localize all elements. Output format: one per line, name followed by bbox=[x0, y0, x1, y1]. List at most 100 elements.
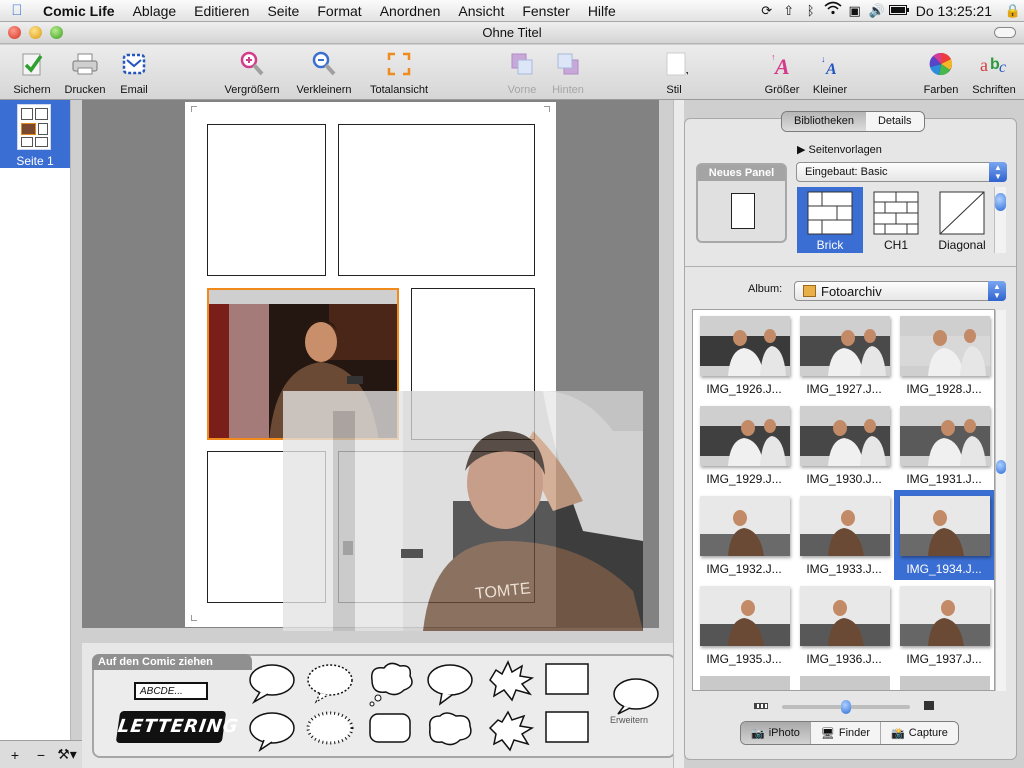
templates-scrollbar[interactable] bbox=[994, 187, 1006, 253]
menu-anordnen[interactable]: Anordnen bbox=[371, 0, 450, 22]
whisper-balloon-icon[interactable] bbox=[307, 664, 353, 704]
photo-thumbnail[interactable]: IMG_1926.J... bbox=[694, 310, 794, 400]
template-diagonal-icon bbox=[939, 191, 985, 235]
style-button[interactable]: Stil bbox=[652, 49, 696, 96]
source-finder-button[interactable]: 🖥 Finder bbox=[810, 722, 882, 744]
panel-2[interactable] bbox=[338, 124, 535, 276]
rounded-box-balloon-icon[interactable] bbox=[369, 713, 411, 743]
page-sidebar: Seite 1 bbox=[0, 100, 71, 740]
menu-app[interactable]: Comic Life bbox=[34, 0, 124, 22]
toolbar-toggle-button[interactable] bbox=[994, 27, 1016, 38]
wifi-icon[interactable] bbox=[822, 0, 844, 22]
burst-balloon-icon[interactable] bbox=[489, 660, 535, 702]
scalloped-balloon-icon[interactable] bbox=[306, 711, 354, 745]
font-smaller-button[interactable]: A ↓ Kleiner bbox=[808, 49, 852, 96]
template-ch1[interactable]: CH1 bbox=[863, 187, 929, 253]
send-back-button[interactable]: Hinten bbox=[546, 49, 590, 96]
colors-button[interactable]: Farben bbox=[918, 49, 964, 96]
svg-text:c: c bbox=[999, 59, 1006, 76]
menu-ablage[interactable]: Ablage bbox=[124, 0, 186, 22]
photo-thumbnail[interactable]: IMG_1933.J... bbox=[794, 490, 894, 580]
text-field-tool[interactable]: ABCDE... bbox=[134, 682, 208, 700]
photo-thumbnail-partial[interactable] bbox=[900, 676, 990, 690]
volume-icon[interactable]: 🔊 bbox=[866, 0, 888, 22]
input-menu-icon[interactable]: ⇧ bbox=[778, 0, 800, 22]
photo-thumbnail[interactable]: IMG_1927.J... bbox=[794, 310, 894, 400]
templates-scroll-thumb[interactable] bbox=[995, 193, 1006, 211]
photo-thumbnail[interactable]: IMG_1929.J... bbox=[694, 400, 794, 490]
panel-1[interactable] bbox=[207, 124, 326, 276]
source-iphoto-button[interactable]: 📷 iPhoto bbox=[741, 722, 811, 744]
thought-balloon-icon[interactable] bbox=[369, 662, 413, 707]
burst-balloon-2-icon[interactable] bbox=[488, 710, 535, 752]
new-panel-well[interactable]: Neues Panel bbox=[696, 163, 787, 243]
menu-ansicht[interactable]: Ansicht bbox=[449, 0, 513, 22]
lock-icon[interactable]: 🔒 bbox=[1002, 0, 1024, 22]
page-thumbnail-1[interactable]: Seite 1 bbox=[0, 100, 70, 168]
zoom-in-button[interactable]: Vergrößern bbox=[220, 49, 284, 96]
template-diagonal[interactable]: Diagonal bbox=[929, 187, 995, 253]
photo-thumbnail-label: IMG_1932.J... bbox=[706, 562, 782, 576]
print-button[interactable]: Drucken bbox=[60, 49, 110, 96]
menu-seite[interactable]: Seite bbox=[258, 0, 308, 22]
photos-scrollbar[interactable] bbox=[995, 310, 1006, 691]
cloud-balloon-icon[interactable] bbox=[428, 712, 472, 746]
expand-balloon-icon bbox=[613, 678, 659, 715]
photo-thumbnail-image bbox=[800, 586, 890, 646]
album-select[interactable]: Fotoarchiv ▲ ▼ bbox=[794, 281, 1006, 301]
menu-editieren[interactable]: Editieren bbox=[185, 0, 258, 22]
tab-libraries[interactable]: Bibliotheken bbox=[782, 112, 866, 131]
photo-thumbnail-label: IMG_1936.J... bbox=[806, 652, 882, 666]
style-label: Stil bbox=[666, 84, 682, 96]
split-view-divider[interactable] bbox=[673, 100, 684, 768]
oval-balloon-icon[interactable] bbox=[427, 664, 473, 706]
menu-hilfe[interactable]: Hilfe bbox=[579, 0, 625, 22]
speech-balloon-2-icon[interactable] bbox=[249, 712, 295, 752]
page-corner-mark bbox=[191, 615, 197, 621]
sync-icon[interactable]: ⟳ bbox=[756, 0, 778, 22]
fonts-button[interactable]: abc Schriften bbox=[968, 49, 1020, 96]
email-button[interactable]: Email bbox=[114, 49, 154, 96]
svg-text:↓: ↓ bbox=[821, 54, 826, 64]
box-balloon-icon[interactable] bbox=[545, 663, 589, 695]
photo-thumbnail[interactable]: IMG_1930.J... bbox=[794, 400, 894, 490]
photo-thumbnail[interactable]: IMG_1931.J... bbox=[894, 400, 994, 490]
remove-page-button[interactable]: − bbox=[30, 747, 52, 763]
expand-balloons-button[interactable]: Erweitern bbox=[610, 676, 670, 736]
lettering-tool[interactable]: LETTERING bbox=[115, 711, 240, 743]
template-brick[interactable]: Brick bbox=[797, 187, 863, 253]
photo-thumbnail-partial[interactable] bbox=[700, 676, 790, 690]
menubar-clock[interactable]: Do 13:25:21 bbox=[910, 3, 1002, 19]
photo-thumbnail[interactable]: IMG_1934.J... bbox=[894, 490, 994, 580]
template-set-select[interactable]: Eingebaut: Basic ▲ ▼ bbox=[796, 162, 1007, 182]
tab-details[interactable]: Details bbox=[865, 112, 924, 131]
display-icon[interactable]: ▣ bbox=[844, 0, 866, 22]
source-capture-button[interactable]: 📸 Capture bbox=[881, 722, 958, 744]
photo-thumbnail-partial[interactable] bbox=[800, 676, 890, 690]
battery-icon[interactable] bbox=[888, 0, 910, 22]
album-label: Album: bbox=[748, 283, 783, 295]
photo-thumbnail[interactable]: IMG_1935.J... bbox=[694, 580, 794, 670]
menu-fenster[interactable]: Fenster bbox=[513, 0, 578, 22]
photo-thumbnail[interactable]: IMG_1937.J... bbox=[894, 580, 994, 670]
add-page-button[interactable]: + bbox=[4, 747, 26, 763]
zoom-out-button[interactable]: Verkleinern bbox=[292, 49, 356, 96]
menu-format[interactable]: Format bbox=[308, 0, 370, 22]
page-actions-icon[interactable]: ⚒▾ bbox=[56, 746, 78, 763]
bring-front-button[interactable]: Vorne bbox=[500, 49, 544, 96]
apple-menu-icon[interactable]:  bbox=[0, 2, 34, 19]
photos-scroll-thumb[interactable] bbox=[996, 460, 1006, 474]
thumbnail-size-slider-thumb[interactable] bbox=[841, 700, 851, 714]
font-bigger-button[interactable]: A ↑ Größer bbox=[760, 49, 804, 96]
speech-balloon-icon[interactable] bbox=[249, 664, 295, 705]
photo-thumbnail[interactable]: IMG_1936.J... bbox=[794, 580, 894, 670]
photo-thumbnail[interactable]: IMG_1928.J... bbox=[894, 310, 994, 400]
photo-thumbnail[interactable]: IMG_1932.J... bbox=[694, 490, 794, 580]
save-button[interactable]: Sichern bbox=[8, 49, 56, 96]
photo-thumbnail-image bbox=[700, 586, 790, 646]
svg-text:a: a bbox=[980, 55, 988, 75]
box-balloon-2-icon[interactable] bbox=[545, 711, 589, 743]
fit-page-button[interactable]: Totalansicht bbox=[364, 49, 434, 96]
bluetooth-icon[interactable]: ᛒ bbox=[800, 0, 822, 22]
templates-disclosure[interactable]: ▶ Seitenvorlagen bbox=[797, 143, 882, 156]
